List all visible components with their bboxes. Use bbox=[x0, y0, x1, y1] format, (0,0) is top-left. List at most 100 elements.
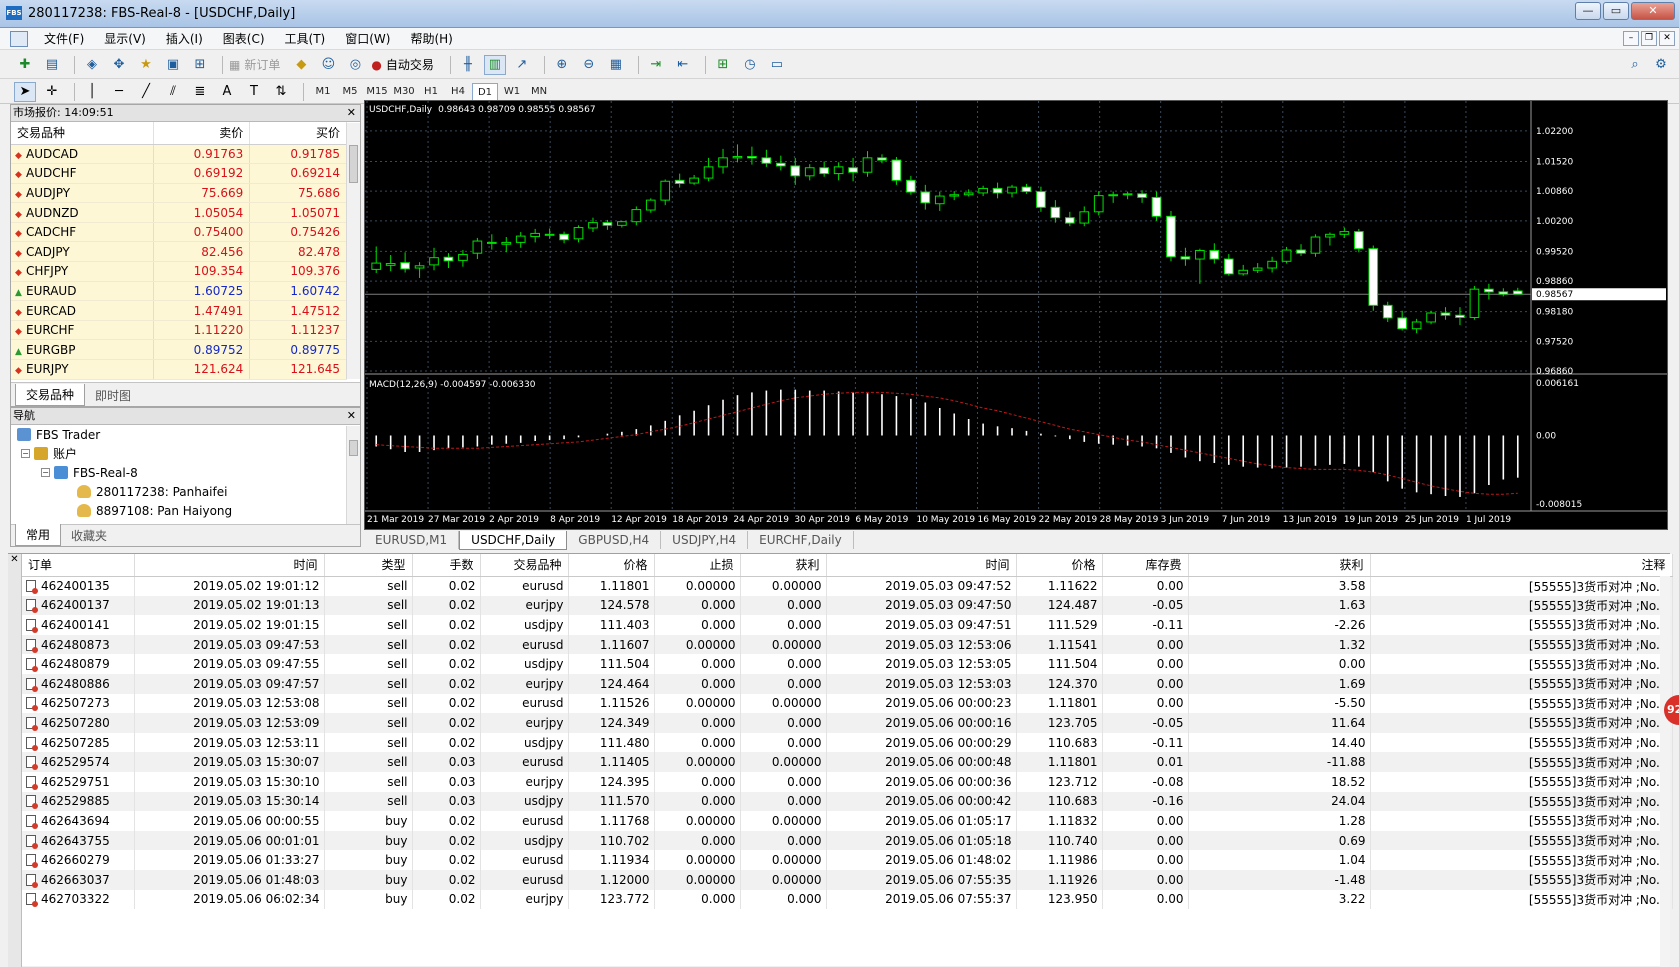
chart-tab-usdchf[interactable]: USDCHF,Daily bbox=[459, 531, 568, 550]
chart-window[interactable]: 1.02200 1.01520 1.00860 1.00200 0.99520 0.988… bbox=[364, 100, 1668, 530]
chart-tab-usdjpy[interactable]: USDJPY,H4 bbox=[661, 531, 749, 549]
price-chart[interactable]: 1.02200 1.01520 1.00860 1.00200 0.99520 0.988… bbox=[365, 101, 1667, 529]
profiles-icon[interactable]: ▤ bbox=[41, 55, 63, 75]
nav-item-server[interactable]: − FBS-Real-8 bbox=[11, 463, 360, 482]
chart-shift-icon[interactable]: ⇤ bbox=[672, 55, 694, 75]
market-watch-row[interactable]: ▲ EURGBP 0.89752 0.89775 bbox=[11, 339, 347, 361]
tab-common[interactable]: 常用 bbox=[15, 524, 62, 546]
chart-tab-gbpusd[interactable]: GBPUSD,H4 bbox=[567, 531, 662, 549]
column-header[interactable]: 注释 bbox=[1370, 554, 1673, 577]
fibonacci-icon[interactable]: ≣ bbox=[189, 82, 211, 102]
market-watch-row[interactable]: ◆ AUDCHF 0.69192 0.69214 bbox=[11, 163, 347, 184]
market-watch-scrollbar[interactable] bbox=[346, 123, 360, 379]
market-watch-row[interactable]: ◆ CADJPY 82.456 82.478 bbox=[11, 241, 347, 263]
table-row[interactable]: 462643755 2019.05.06 00:01:01 buy 0.02 usdjp… bbox=[22, 830, 1673, 851]
collapse-icon[interactable]: − bbox=[41, 468, 50, 477]
table-row[interactable]: 462529751 2019.05.03 15:30:10 sell 0.03 eurj… bbox=[22, 771, 1673, 792]
navigator-scrollbar[interactable] bbox=[346, 426, 360, 524]
vertical-line-icon[interactable]: │ bbox=[81, 82, 103, 102]
table-row[interactable]: 462507285 2019.05.03 12:53:11 sell 0.02 usdj… bbox=[22, 732, 1673, 753]
column-header[interactable]: 价格 bbox=[1016, 554, 1103, 577]
column-header[interactable]: 类型 bbox=[324, 554, 413, 577]
column-header[interactable]: 获利 bbox=[740, 554, 827, 577]
timeframe-h4[interactable]: H4 bbox=[445, 83, 471, 101]
table-row[interactable]: 462480873 2019.05.03 09:47:53 sell 0.02 euru… bbox=[22, 634, 1673, 655]
market-watch-row[interactable]: ◆ AUDJPY 75.669 75.686 bbox=[11, 183, 347, 204]
timeframe-m1[interactable]: M1 bbox=[310, 83, 336, 101]
nav-item-account[interactable]: 280117238: Panhaifei bbox=[11, 482, 360, 501]
tab-tick-chart[interactable]: 即时图 bbox=[85, 385, 141, 406]
terminal-icon[interactable]: ▣ bbox=[162, 55, 184, 75]
market-watch-row[interactable]: ◆ EURCHF 1.11220 1.11237 bbox=[11, 320, 347, 341]
table-row[interactable]: 462507280 2019.05.03 12:53:09 sell 0.02 eurj… bbox=[22, 713, 1673, 733]
column-header[interactable]: 交易品种 bbox=[480, 554, 569, 577]
collapse-icon[interactable]: − bbox=[21, 449, 30, 458]
market-watch-row[interactable]: ◆ CHFJPY 109.354 109.376 bbox=[11, 261, 347, 282]
nav-item-account[interactable]: 8897108: Pan Haiyong bbox=[11, 501, 360, 520]
menu-help[interactable]: 帮助(H) bbox=[400, 30, 462, 47]
zoom-in-icon[interactable]: ⊕ bbox=[551, 55, 573, 75]
metaeditor-icon[interactable]: ◆ bbox=[290, 55, 312, 75]
column-header[interactable]: 获利 bbox=[1188, 554, 1371, 577]
auto-scroll-icon[interactable]: ⇥ bbox=[645, 55, 667, 75]
close-icon[interactable]: ✕ bbox=[10, 554, 18, 565]
mdi-minimize-button[interactable]: – bbox=[1623, 31, 1639, 46]
column-header[interactable]: 时间 bbox=[134, 554, 325, 577]
new-chart-icon[interactable]: ✚ bbox=[14, 55, 36, 75]
column-header-symbol[interactable]: 交易品种 bbox=[11, 122, 154, 145]
column-header-bid[interactable]: 卖价 bbox=[153, 122, 251, 145]
mdi-restore-button[interactable]: ❐ bbox=[1641, 31, 1657, 46]
strategy-tester-icon[interactable]: ⊞ bbox=[189, 55, 211, 75]
table-row[interactable]: 462643694 2019.05.06 00:00:55 buy 0.02 eurus… bbox=[22, 811, 1673, 831]
market-watch-row[interactable]: ◆ EURCAD 1.47491 1.47512 bbox=[11, 300, 347, 321]
document-icon[interactable] bbox=[10, 30, 28, 47]
close-button[interactable]: ✕ bbox=[1631, 2, 1675, 20]
maximize-button[interactable]: ▭ bbox=[1603, 2, 1629, 20]
menu-insert[interactable]: 插入(I) bbox=[156, 30, 213, 47]
market-watch-row[interactable]: ◆ EURJPY 121.624 121.645 bbox=[11, 359, 347, 380]
table-row[interactable]: 462400141 2019.05.02 19:01:15 sell 0.02 usdj… bbox=[22, 615, 1673, 635]
menu-file[interactable]: 文件(F) bbox=[34, 30, 94, 47]
table-row[interactable]: 462529574 2019.05.03 15:30:07 sell 0.03 euru… bbox=[22, 752, 1673, 772]
table-row[interactable]: 462529885 2019.05.03 15:30:14 sell 0.03 usdj… bbox=[22, 791, 1673, 812]
menu-tools[interactable]: 工具(T) bbox=[275, 30, 336, 47]
trendline-icon[interactable]: ╱ bbox=[135, 82, 157, 102]
templates-icon[interactable]: ▭ bbox=[766, 55, 788, 75]
timeframe-m30[interactable]: M30 bbox=[391, 83, 417, 101]
table-row[interactable]: 462480886 2019.05.03 09:47:57 sell 0.02 eurj… bbox=[22, 673, 1673, 694]
column-header[interactable]: 库存费 bbox=[1102, 554, 1189, 577]
close-icon[interactable]: ✕ bbox=[347, 105, 356, 121]
chart-tab-eurchf[interactable]: EURCHF,Daily bbox=[748, 531, 854, 549]
table-row[interactable]: 462400135 2019.05.02 19:01:12 sell 0.02 euru… bbox=[22, 576, 1673, 596]
column-header[interactable]: 时间 bbox=[826, 554, 1017, 577]
new-order-button[interactable]: ▦ 新订单 bbox=[229, 56, 280, 73]
market-watch-row[interactable]: ◆ AUDCAD 0.91763 0.91785 bbox=[11, 144, 347, 165]
chat-icon[interactable]: ☺ bbox=[317, 55, 339, 75]
column-header-ask[interactable]: 买价 bbox=[249, 122, 347, 145]
minimize-button[interactable]: — bbox=[1575, 2, 1601, 20]
table-row[interactable]: 462400137 2019.05.02 19:01:13 sell 0.02 eurj… bbox=[22, 595, 1673, 616]
bar-chart-icon[interactable]: ╫ bbox=[457, 55, 479, 75]
tile-windows-icon[interactable]: ▦ bbox=[605, 55, 627, 75]
scrollbar-thumb[interactable] bbox=[349, 145, 358, 183]
table-row[interactable]: 462663037 2019.05.06 01:48:03 buy 0.02 eurus… bbox=[22, 869, 1673, 890]
market-watch-icon[interactable]: ◈ bbox=[81, 55, 103, 75]
table-row[interactable]: 462703322 2019.05.06 06:02:34 buy 0.02 eurjp… bbox=[22, 889, 1673, 910]
candlestick-icon[interactable]: ▥ bbox=[483, 54, 506, 75]
arrows-icon[interactable]: ⇅ bbox=[270, 82, 292, 102]
signals-icon[interactable]: ◎ bbox=[344, 55, 366, 75]
menu-window[interactable]: 窗口(W) bbox=[335, 30, 400, 47]
nav-item-trader[interactable]: FBS Trader bbox=[11, 425, 360, 444]
chart-tab-eurusd[interactable]: EURUSD,M1 bbox=[364, 531, 460, 549]
scrollbar-thumb[interactable] bbox=[349, 440, 358, 456]
timeframe-m15[interactable]: M15 bbox=[364, 83, 390, 101]
timeframe-h1[interactable]: H1 bbox=[418, 83, 444, 101]
market-watch-row[interactable]: ▲ EURAUD 1.60725 1.60742 bbox=[11, 281, 347, 302]
market-watch-row[interactable]: ◆ AUDNZD 1.05054 1.05071 bbox=[11, 202, 347, 223]
navigator-icon[interactable]: ★ bbox=[135, 55, 157, 75]
periods-icon[interactable]: ◷ bbox=[739, 55, 761, 75]
table-row[interactable]: 462480879 2019.05.03 09:47:55 sell 0.02 usdj… bbox=[22, 654, 1673, 674]
column-header[interactable]: 订单 bbox=[22, 554, 135, 577]
auto-trading-button[interactable]: ● 自动交易 bbox=[371, 56, 434, 73]
horizontal-line-icon[interactable]: ─ bbox=[108, 82, 130, 102]
